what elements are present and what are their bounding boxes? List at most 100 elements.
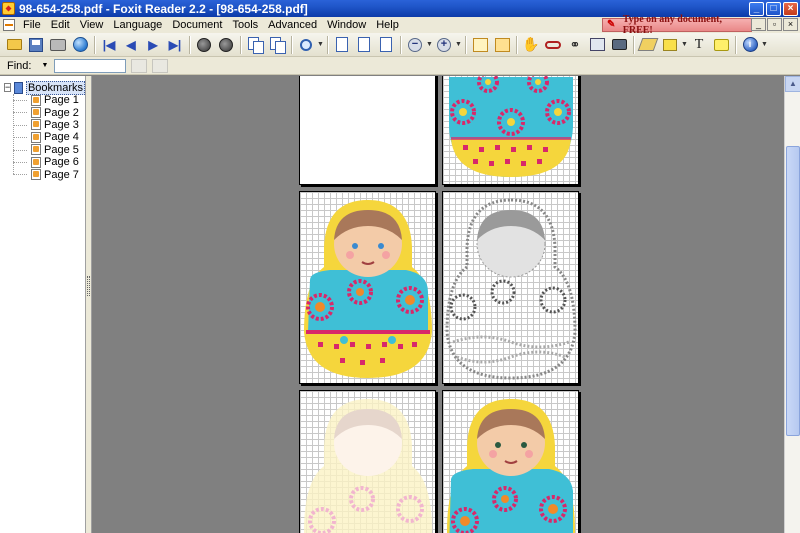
highlight-dropdown-arrow[interactable]: ▼ (681, 41, 688, 48)
snapshot-button[interactable] (492, 35, 512, 55)
printer-icon (50, 38, 66, 51)
splitter-grip[interactable] (87, 276, 90, 296)
doc-restore-button[interactable]: ▫ (767, 18, 782, 31)
pdf-page-doll-top[interactable] (442, 390, 579, 533)
last-page-icon: ▶| (168, 37, 182, 52)
bookmark-label: Page 5 (44, 143, 79, 156)
first-page-button[interactable]: |◀ (99, 35, 119, 55)
last-page-button[interactable]: ▶| (165, 35, 185, 55)
zoom-in-button[interactable]: + (434, 35, 454, 55)
find-previous-button[interactable] (131, 58, 148, 73)
actual-size-button[interactable] (332, 35, 352, 55)
bookmark-label: Page 3 (44, 118, 79, 131)
zoom-tool-button[interactable] (296, 35, 316, 55)
find-label: Find: (7, 59, 32, 72)
annotate-button[interactable] (637, 35, 659, 55)
doc-minimize-button[interactable]: _ (751, 18, 766, 31)
fit-width-icon (380, 37, 392, 52)
document-icon[interactable] (3, 19, 15, 31)
floppy-disk-icon (29, 37, 43, 52)
rotate-right-icon (269, 37, 286, 54)
bookmark-label: Page 7 (44, 168, 79, 181)
note-button[interactable] (711, 35, 731, 55)
globe-icon (72, 37, 88, 52)
minimize-button[interactable]: _ (749, 1, 764, 16)
doll-faded-pattern (304, 399, 432, 533)
menu-help[interactable]: Help (371, 17, 404, 33)
back-circle-icon (197, 37, 211, 52)
bookmark-label: Page 2 (44, 106, 79, 119)
menu-edit[interactable]: Edit (46, 17, 75, 33)
open-button[interactable] (4, 35, 24, 55)
bookmark-page-icon (31, 131, 41, 143)
document-view[interactable] (92, 76, 784, 533)
rotate-left-button[interactable] (245, 35, 265, 55)
find-button[interactable]: ⚭ (565, 35, 585, 55)
zoom-out-button[interactable]: − (405, 35, 425, 55)
go-back-button[interactable] (194, 35, 214, 55)
zoom-in-dropdown-arrow[interactable]: ▼ (455, 41, 462, 48)
next-page-button[interactable]: ▶ (143, 35, 163, 55)
vertical-scrollbar[interactable]: ▲ (784, 76, 800, 533)
collapse-toggle-icon[interactable]: − (4, 83, 12, 92)
fit-page-button[interactable] (354, 35, 374, 55)
hand-tool-button[interactable]: ✋ (521, 35, 541, 55)
bookmark-page-icon (31, 119, 41, 131)
close-button[interactable]: × (783, 1, 798, 16)
find-next-button[interactable] (152, 58, 169, 73)
bookmarks-panel-button[interactable] (470, 35, 490, 55)
bookmarks-icon (14, 81, 23, 94)
pdf-page-blank[interactable] (299, 76, 436, 185)
bookmark-page-icon (31, 169, 41, 181)
rotate-right-button[interactable] (267, 35, 287, 55)
print-button[interactable] (48, 35, 68, 55)
info-dropdown-arrow[interactable]: ▼ (761, 41, 768, 48)
bookmarks-root-label: Bookmarks (25, 80, 85, 95)
find-input[interactable] (54, 58, 127, 73)
zoom-dropdown-arrow[interactable]: ▼ (317, 41, 324, 48)
bookmark-page-5[interactable]: Page 5 (13, 143, 85, 156)
pdf-page-doll-bottom[interactable] (442, 76, 579, 185)
pdf-page-doll-symbols[interactable] (442, 191, 579, 384)
menu-file[interactable]: File (18, 17, 46, 33)
highlight-button[interactable] (660, 35, 680, 55)
menu-document[interactable]: Document (167, 17, 227, 33)
menu-view[interactable]: View (75, 17, 109, 33)
bookmark-page-3[interactable]: Page 3 (13, 118, 85, 131)
rotate-left-icon (247, 37, 264, 54)
menu-language[interactable]: Language (108, 17, 167, 33)
fit-width-button[interactable] (376, 35, 396, 55)
typewriter-button[interactable]: T (689, 35, 709, 55)
glasses-icon (545, 40, 561, 49)
menu-window[interactable]: Window (322, 17, 371, 33)
image-button[interactable] (587, 35, 607, 55)
bookmark-page-4[interactable]: Page 4 (13, 131, 85, 143)
find-options-dropdown[interactable]: ▼ (41, 62, 51, 69)
pdf-page-doll-color[interactable] (299, 191, 436, 384)
camera-button[interactable] (609, 35, 629, 55)
ad-banner[interactable]: ✎ Type on any document, FREE! (602, 14, 752, 36)
bookmark-label: Page 6 (44, 156, 79, 169)
scroll-up-arrow-icon[interactable]: ▲ (785, 76, 800, 92)
menu-tools[interactable]: Tools (227, 17, 263, 33)
pdf-page-doll-faded[interactable] (299, 390, 436, 533)
menu-advanced[interactable]: Advanced (263, 17, 322, 33)
note-icon (713, 38, 729, 51)
bookmarks-root[interactable]: − Bookmarks (0, 80, 85, 95)
scroll-thumb[interactable] (786, 146, 800, 436)
bookmark-page-6[interactable]: Page 6 (13, 156, 85, 169)
bookmark-page-1[interactable]: Page 1 (13, 94, 85, 106)
web-button[interactable] (70, 35, 90, 55)
zoom-out-dropdown-arrow[interactable]: ▼ (426, 41, 433, 48)
save-button[interactable] (26, 35, 46, 55)
maximize-button[interactable]: □ (766, 1, 781, 16)
bookmark-page-2[interactable]: Page 2 (13, 106, 85, 119)
info-button[interactable]: i (740, 35, 760, 55)
doll-symbol-pattern (445, 198, 577, 380)
highlighter-icon (663, 38, 677, 51)
previous-page-button[interactable]: ◀ (121, 35, 141, 55)
text-viewer-button[interactable] (543, 35, 563, 55)
bookmark-page-7[interactable]: Page 7 (13, 168, 85, 181)
go-forward-button[interactable] (216, 35, 236, 55)
doc-close-button[interactable]: × (783, 18, 798, 31)
